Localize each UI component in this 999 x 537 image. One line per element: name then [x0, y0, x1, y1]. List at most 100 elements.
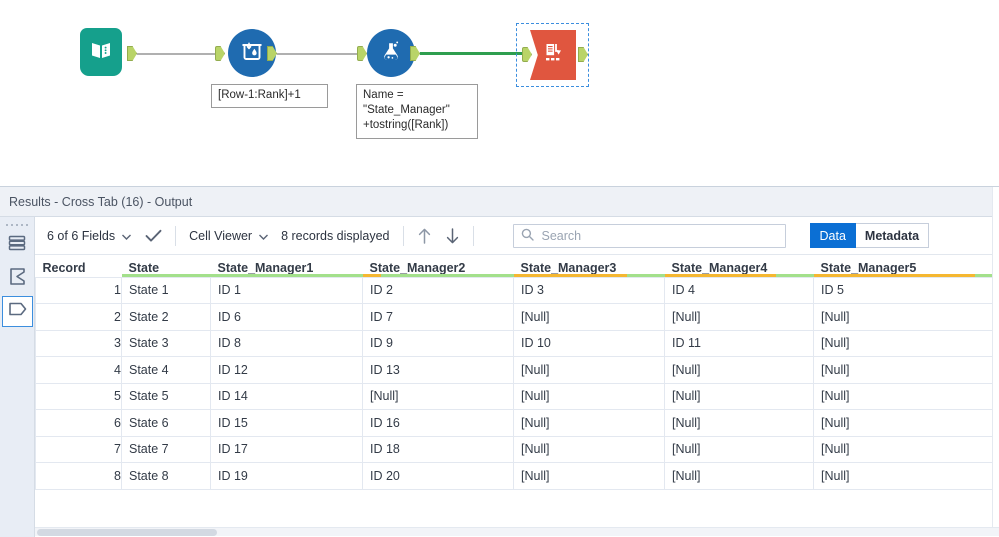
table-cell-sm5[interactable]: [Null]: [813, 382, 999, 410]
table-cell-sm3[interactable]: [Null]: [513, 356, 665, 384]
workflow-canvas[interactable]: [Row-1:Rank]+1 Name = "State_Manager" +tos…: [0, 0, 999, 186]
table-cell-sm5[interactable]: ID 5: [813, 276, 999, 304]
arrow-down-icon[interactable]: [445, 227, 460, 245]
table-row[interactable]: 2 State 2 ID 6 ID 7 [Null] [Null] [Null]: [35, 303, 999, 331]
table-cell-state[interactable]: State 8: [121, 462, 211, 490]
table-row[interactable]: 4 State 4 ID 12 ID 13 [Null] [Null] [Null]: [35, 356, 999, 384]
search-input[interactable]: [539, 227, 778, 244]
fields-selector[interactable]: 6 of 6 Fields: [47, 229, 132, 243]
anchor-in-formula[interactable]: [357, 46, 367, 61]
table-cell-sm1[interactable]: ID 12: [210, 356, 363, 384]
table-cell-sm5[interactable]: [Null]: [813, 462, 999, 490]
table-cell-sm3[interactable]: [Null]: [513, 303, 665, 331]
table-cell-sm4[interactable]: [Null]: [664, 435, 814, 463]
table-cell-sm1[interactable]: ID 17: [210, 435, 363, 463]
anchor-in-multirow[interactable]: [215, 46, 225, 61]
results-grid-container[interactable]: Record State State_Manager1 State_Manage…: [35, 255, 999, 503]
record-number-cell[interactable]: 3: [35, 329, 122, 357]
record-number-cell[interactable]: 2: [35, 303, 122, 331]
table-cell-state[interactable]: State 5: [121, 382, 211, 410]
horizontal-scrollbar[interactable]: [35, 527, 999, 536]
column-header-state-manager5[interactable]: State_Manager5: [813, 255, 999, 277]
table-cell-sm1[interactable]: ID 19: [210, 462, 363, 490]
column-header-state[interactable]: State: [121, 255, 211, 277]
table-cell-sm1[interactable]: ID 1: [210, 276, 363, 304]
table-cell-sm1[interactable]: ID 8: [210, 329, 363, 357]
cell-viewer-selector[interactable]: Cell Viewer: [189, 229, 269, 243]
record-number-cell[interactable]: 6: [35, 409, 122, 437]
table-cell-state[interactable]: State 7: [121, 435, 211, 463]
table-cell-sm4[interactable]: ID 4: [664, 276, 814, 304]
table-row[interactable]: 8 State 8 ID 19 ID 20 [Null] [Null] [Null]: [35, 462, 999, 490]
connection-1[interactable]: [137, 53, 217, 55]
table-cell-state[interactable]: State 4: [121, 356, 211, 384]
column-header-state-manager3[interactable]: State_Manager3: [513, 255, 665, 277]
record-number-cell[interactable]: 4: [35, 356, 122, 384]
table-cell-sm4[interactable]: [Null]: [664, 409, 814, 437]
table-cell-sm3[interactable]: ID 3: [513, 276, 665, 304]
table-cell-sm2[interactable]: ID 7: [362, 303, 514, 331]
table-cell-state[interactable]: State 2: [121, 303, 211, 331]
rail-grip-handle[interactable]: [6, 221, 28, 228]
column-header-state-manager1[interactable]: State_Manager1: [210, 255, 363, 277]
table-cell-sm4[interactable]: [Null]: [664, 303, 814, 331]
anchor-out-text-input[interactable]: [127, 46, 137, 61]
table-row[interactable]: 7 State 7 ID 17 ID 18 [Null] [Null] [Null]: [35, 435, 999, 463]
connection-3-active[interactable]: [420, 52, 528, 55]
record-number-cell[interactable]: 7: [35, 435, 122, 463]
connection-2[interactable]: [277, 53, 359, 55]
table-cell-sm2[interactable]: ID 16: [362, 409, 514, 437]
table-cell-sm3[interactable]: [Null]: [513, 382, 665, 410]
table-cell-sm2[interactable]: ID 2: [362, 276, 514, 304]
tool-cross-tab[interactable]: [530, 30, 576, 80]
tool-formula[interactable]: [367, 29, 415, 77]
table-cell-sm1[interactable]: ID 14: [210, 382, 363, 410]
column-header-state-manager2[interactable]: State_Manager2: [362, 255, 514, 277]
table-cell-sm4[interactable]: ID 11: [664, 329, 814, 357]
tool-text-input[interactable]: [80, 28, 122, 76]
table-cell-sm4[interactable]: [Null]: [664, 356, 814, 384]
table-row[interactable]: 5 State 5 ID 14 [Null] [Null] [Null] [Null]: [35, 382, 999, 410]
rail-button-rows[interactable]: [2, 230, 33, 261]
table-cell-state[interactable]: State 1: [121, 276, 211, 304]
anchor-out-formula[interactable]: [410, 46, 420, 61]
table-cell-sm4[interactable]: [Null]: [664, 382, 814, 410]
scrollbar-thumb[interactable]: [37, 529, 217, 536]
table-cell-sm5[interactable]: [Null]: [813, 409, 999, 437]
table-row[interactable]: 3 State 3 ID 8 ID 9 ID 10 ID 11 [Null]: [35, 329, 999, 357]
tab-metadata[interactable]: Metadata: [855, 223, 930, 248]
table-cell-sm1[interactable]: ID 6: [210, 303, 363, 331]
tab-data[interactable]: Data: [809, 223, 856, 248]
checkmark-icon[interactable]: [145, 229, 162, 243]
table-row[interactable]: 6 State 6 ID 15 ID 16 [Null] [Null] [Null]: [35, 409, 999, 437]
table-cell-sm1[interactable]: ID 15: [210, 409, 363, 437]
table-cell-sm5[interactable]: [Null]: [813, 435, 999, 463]
column-header-record[interactable]: Record: [35, 255, 122, 277]
table-cell-sm2[interactable]: ID 20: [362, 462, 514, 490]
search-box[interactable]: [512, 223, 786, 248]
table-cell-sm4[interactable]: [Null]: [664, 462, 814, 490]
table-cell-sm2[interactable]: ID 13: [362, 356, 514, 384]
table-cell-state[interactable]: State 3: [121, 329, 211, 357]
table-row[interactable]: 1 State 1 ID 1 ID 2 ID 3 ID 4 ID 5: [35, 276, 999, 304]
column-header-state-manager4[interactable]: State_Manager4: [664, 255, 814, 277]
rail-button-profile[interactable]: [1, 296, 33, 327]
table-cell-sm3[interactable]: [Null]: [513, 462, 665, 490]
record-number-cell[interactable]: 1: [35, 276, 122, 304]
record-number-cell[interactable]: 8: [35, 462, 122, 490]
tag-profile-icon: [7, 299, 28, 324]
table-cell-sm2[interactable]: ID 18: [362, 435, 514, 463]
table-cell-sm2[interactable]: ID 9: [362, 329, 514, 357]
table-cell-sm3[interactable]: [Null]: [513, 435, 665, 463]
table-cell-sm3[interactable]: [Null]: [513, 409, 665, 437]
table-cell-state[interactable]: State 6: [121, 409, 211, 437]
arrow-up-icon[interactable]: [417, 227, 432, 245]
rail-button-summary[interactable]: [2, 263, 33, 294]
table-cell-sm5[interactable]: [Null]: [813, 303, 999, 331]
record-number-cell[interactable]: 5: [35, 382, 122, 410]
table-cell-sm2[interactable]: [Null]: [362, 382, 514, 410]
table-cell-sm5[interactable]: [Null]: [813, 329, 999, 357]
table-cell-sm3[interactable]: ID 10: [513, 329, 665, 357]
table-cell-sm5[interactable]: [Null]: [813, 356, 999, 384]
results-title-bar[interactable]: Results - Cross Tab (16) - Output: [0, 187, 999, 217]
